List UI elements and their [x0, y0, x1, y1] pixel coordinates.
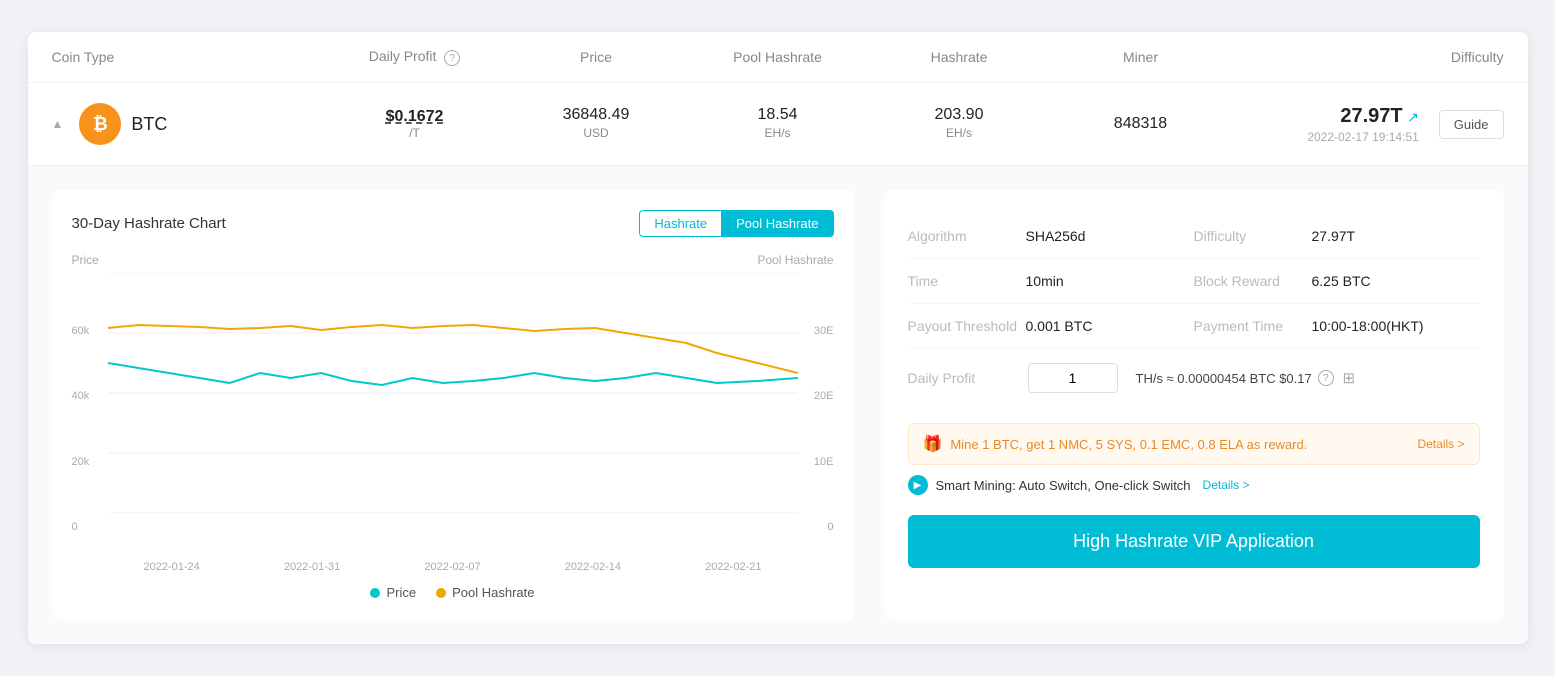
info-table: Algorithm SHA256d Difficulty 27.97T Time… — [908, 214, 1480, 407]
x-label-1: 2022-01-24 — [144, 561, 200, 573]
smart-mining-details-link[interactable]: Details > — [1203, 478, 1250, 492]
y-left-20k: 20k — [72, 456, 99, 468]
miner-value: 848318 — [1114, 115, 1167, 132]
info-row-time: Time 10min Block Reward 6.25 BTC — [908, 259, 1480, 304]
legend-pool-dot — [436, 588, 446, 598]
legend-price-dot — [370, 588, 380, 598]
calculator-icon[interactable]: ⊞ — [1340, 369, 1358, 387]
hashrate-value: 203.90 — [935, 106, 984, 123]
info-row-daily-profit: Daily Profit TH/s ≈ 0.00000454 BTC $0.17… — [908, 349, 1480, 407]
difficulty-label: Difficulty — [1194, 228, 1304, 244]
algorithm-label: Algorithm — [908, 228, 1018, 244]
info-row-algorithm: Algorithm SHA256d Difficulty 27.97T — [908, 214, 1480, 259]
reward-text: Mine 1 BTC, get 1 NMC, 5 SYS, 0.1 EMC, 0… — [950, 437, 1409, 452]
guide-button[interactable]: Guide — [1439, 110, 1504, 139]
col-header-coin: Coin Type — [52, 49, 324, 65]
col-header-pool-hashrate: Pool Hashrate — [687, 49, 869, 65]
difficulty-arrow-icon: ↗ — [1407, 109, 1419, 125]
profit-calc-text: TH/s ≈ 0.00000454 BTC $0.17 — [1136, 371, 1312, 386]
payment-time-value: 10:00-18:00(HKT) — [1312, 318, 1424, 334]
gift-icon: 🎁 — [923, 434, 943, 454]
col-header-profit: Daily Profit ? — [324, 48, 506, 67]
x-label-2: 2022-01-31 — [284, 561, 340, 573]
pool-hashrate-cell: 18.54 EH/s — [687, 106, 869, 142]
reward-banner: 🎁 Mine 1 BTC, get 1 NMC, 5 SYS, 0.1 EMC,… — [908, 423, 1480, 465]
col-header-hashrate: Hashrate — [868, 49, 1050, 65]
legend-price: Price — [370, 585, 416, 600]
chart-title: 30-Day Hashrate Chart — [72, 215, 226, 232]
x-label-5: 2022-02-21 — [705, 561, 761, 573]
algorithm-value: SHA256d — [1026, 228, 1086, 244]
time-label: Time — [908, 273, 1018, 289]
profit-calc-help-icon[interactable]: ? — [1318, 370, 1334, 386]
smart-mining-icon: ▶ — [908, 475, 928, 495]
price-value: 36848.49 — [563, 106, 630, 123]
btc-icon: ₿ — [79, 103, 121, 145]
chart-left-label: Price — [72, 253, 99, 267]
hashrate-cell: 203.90 EH/s — [868, 106, 1050, 142]
y-left-40k: 40k — [72, 390, 99, 402]
difficulty-date: 2022-02-17 19:14:51 — [1307, 130, 1418, 144]
smart-mining-text: Smart Mining: Auto Switch, One-click Swi… — [936, 478, 1191, 493]
daily-profit-value: $0.1672 — [386, 108, 444, 125]
legend-pool: Pool Hashrate — [436, 585, 534, 600]
col-header-miner: Miner — [1050, 49, 1232, 65]
y-left-0: 0 — [72, 521, 99, 533]
chart-svg — [108, 273, 798, 513]
reward-details-link[interactable]: Details > — [1417, 437, 1464, 451]
vip-application-button[interactable]: High Hashrate VIP Application — [908, 515, 1480, 568]
col-header-price: Price — [505, 49, 687, 65]
payout-value: 0.001 BTC — [1026, 318, 1093, 334]
price-cell: 36848.49 USD — [505, 106, 687, 142]
y-right-0: 0 — [757, 521, 833, 533]
profit-help-icon[interactable]: ? — [444, 50, 460, 66]
block-reward-value: 6.25 BTC — [1312, 273, 1371, 289]
hashrate-unit: EH/s — [946, 126, 972, 140]
daily-profit-unit: /T — [324, 126, 506, 140]
info-row-payout: Payout Threshold 0.001 BTC Payment Time … — [908, 304, 1480, 349]
chevron-icon[interactable]: ▲ — [52, 117, 64, 131]
daily-profit-cell: $0.1672 /T — [324, 108, 506, 140]
daily-profit-input[interactable] — [1028, 363, 1118, 393]
x-label-3: 2022-02-07 — [424, 561, 480, 573]
miner-cell: 848318 — [1050, 115, 1232, 133]
price-unit: USD — [583, 126, 608, 140]
time-value: 10min — [1026, 273, 1064, 289]
tab-pool-hashrate[interactable]: Pool Hashrate — [721, 210, 833, 237]
difficulty-value: 27.97T — [1340, 105, 1402, 127]
col-header-difficulty: Difficulty — [1231, 49, 1503, 65]
x-label-4: 2022-02-14 — [565, 561, 621, 573]
pool-hashrate-unit: EH/s — [764, 126, 790, 140]
smart-banner: ▶ Smart Mining: Auto Switch, One-click S… — [908, 475, 1480, 495]
coin-info-cell: ▲ ₿ BTC — [52, 103, 324, 145]
payment-time-label: Payment Time — [1194, 318, 1304, 334]
y-left-60k: 60k — [72, 325, 99, 337]
difficulty-info-value: 27.97T — [1312, 228, 1356, 244]
pool-hashrate-value: 18.54 — [757, 106, 797, 123]
chart-right-label: Pool Hashrate — [757, 253, 833, 267]
difficulty-cell: 27.97T ↗ 2022-02-17 19:14:51 Guide — [1231, 105, 1503, 144]
tab-hashrate[interactable]: Hashrate — [639, 210, 721, 237]
block-reward-label: Block Reward — [1194, 273, 1304, 289]
coin-name: BTC — [131, 114, 167, 135]
daily-profit-label: Daily Profit — [908, 370, 1018, 386]
payout-label: Payout Threshold — [908, 318, 1018, 334]
